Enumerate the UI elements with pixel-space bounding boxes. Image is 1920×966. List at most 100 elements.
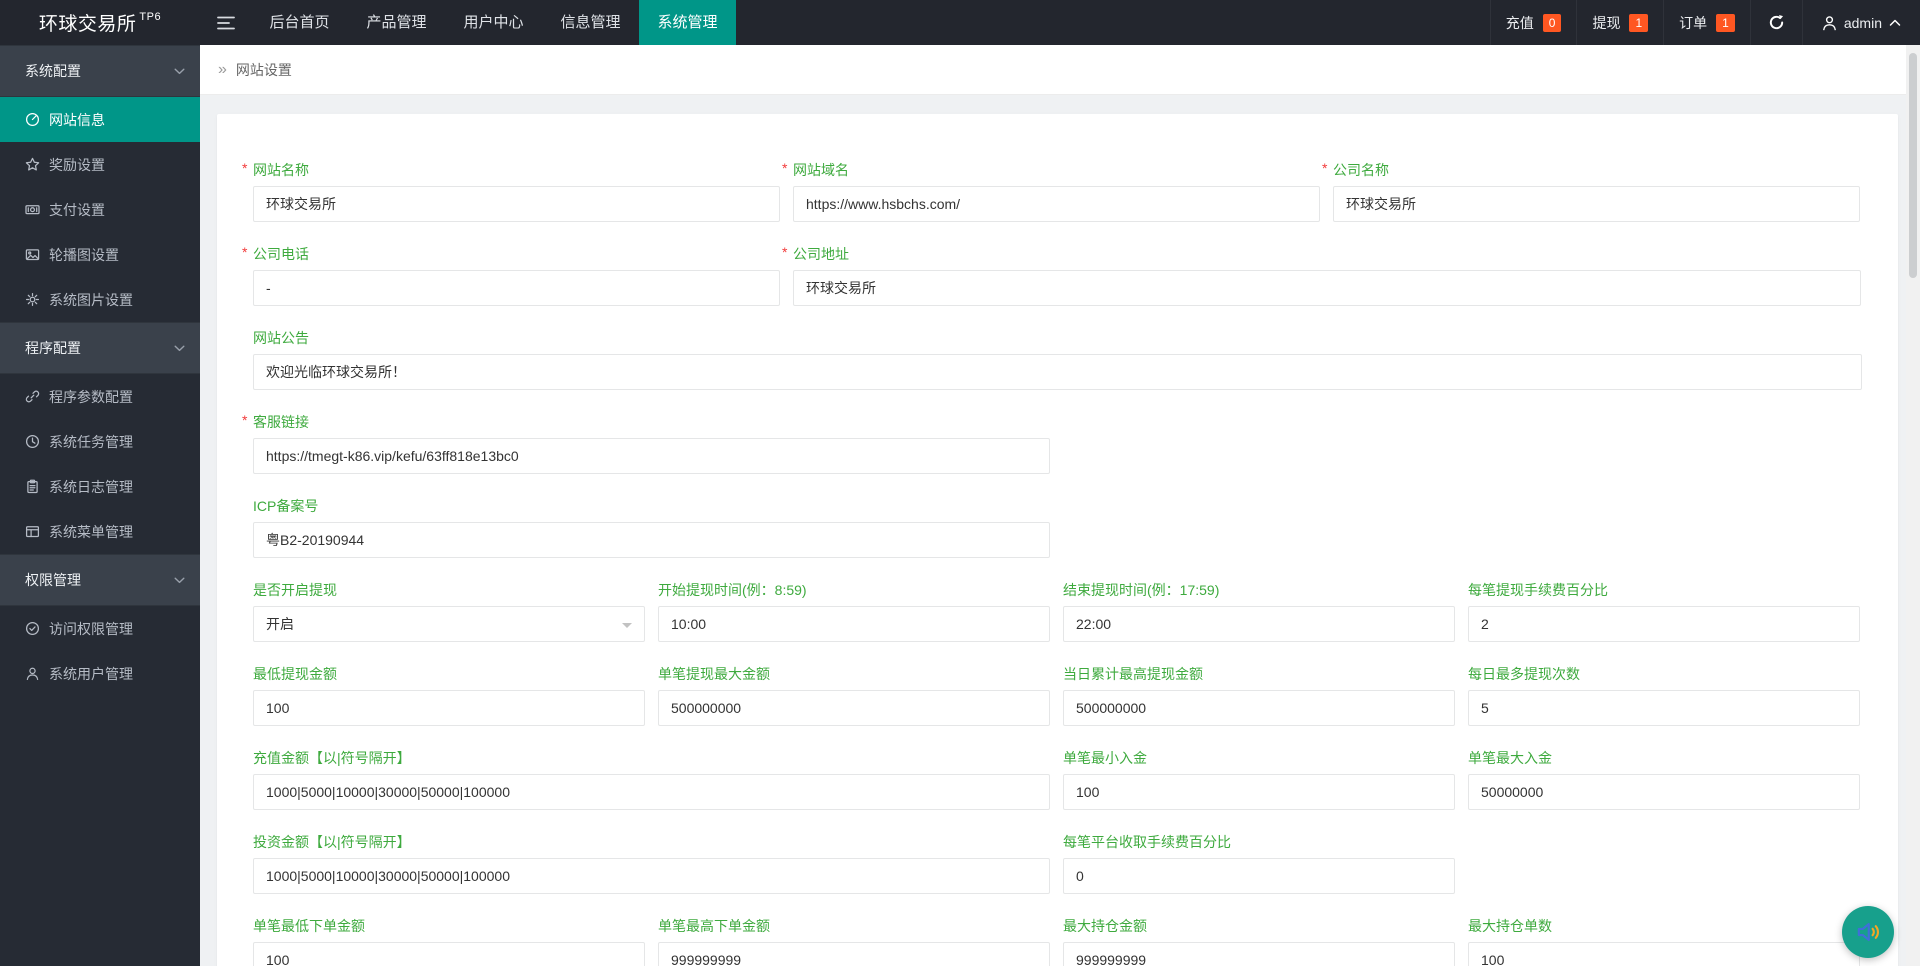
gauge-icon bbox=[25, 112, 40, 127]
clock-icon bbox=[25, 434, 40, 449]
nav-tab-4[interactable]: 系统管理 bbox=[639, 0, 736, 45]
field-input-1-1[interactable] bbox=[793, 270, 1861, 306]
required-asterisk: * bbox=[1322, 159, 1327, 178]
nav-tab-2[interactable]: 用户中心 bbox=[445, 0, 542, 45]
app: 环球交易所 TP6 后台首页产品管理用户中心信息管理系统管理 充值0提现1订单1… bbox=[0, 0, 1920, 966]
field-input-5-2[interactable] bbox=[1063, 606, 1455, 642]
field-input-9-2[interactable] bbox=[1063, 942, 1455, 966]
field-input-2-0[interactable] bbox=[253, 354, 1862, 390]
sidebar-item-0-4[interactable]: 系统图片设置 bbox=[0, 277, 200, 322]
form-field-0-2: *公司名称 bbox=[1333, 161, 1860, 222]
topbar-right: 充值0提现1订单1 admin bbox=[1490, 0, 1920, 45]
form-field-3-0: *客服链接 bbox=[253, 413, 1050, 474]
banknote-icon bbox=[25, 202, 40, 217]
sidebar-toggle-button[interactable] bbox=[200, 0, 251, 45]
sidebar-item-label: 支付设置 bbox=[49, 200, 105, 220]
field-label: 单笔最高下单金额 bbox=[658, 917, 1050, 936]
sidebar-item-1-0[interactable]: 程序参数配置 bbox=[0, 374, 200, 419]
form-field-7-0: 充值金额【以|符号隔开】 bbox=[253, 749, 1050, 810]
sidebar-section-1[interactable]: 程序配置 bbox=[0, 322, 200, 374]
form-row-9: 单笔最低下单金额单笔最高下单金额最大持仓金额最大持仓单数 bbox=[253, 917, 1862, 966]
field-input-6-3[interactable] bbox=[1468, 690, 1860, 726]
field-label: 结束提现时间(例：17:59) bbox=[1063, 581, 1455, 600]
form-row-0: *网站名称*网站域名*公司名称 bbox=[253, 161, 1862, 222]
field-input-9-1[interactable] bbox=[658, 942, 1050, 966]
form-field-6-0: 最低提现金额 bbox=[253, 665, 645, 726]
sound-toggle-button[interactable] bbox=[1842, 906, 1894, 958]
sidebar-item-2-0[interactable]: 访问权限管理 bbox=[0, 606, 200, 651]
required-asterisk: * bbox=[242, 243, 247, 262]
field-input-6-2[interactable] bbox=[1063, 690, 1455, 726]
field-input-7-1[interactable] bbox=[1063, 774, 1455, 810]
form-row-6: 最低提现金额单笔提现最大金额当日累计最高提现金额每日最多提现次数 bbox=[253, 665, 1862, 726]
sidebar-item-label: 轮播图设置 bbox=[49, 245, 119, 265]
field-input-8-1[interactable] bbox=[1063, 858, 1455, 894]
form-field-7-2: 单笔最大入金 bbox=[1468, 749, 1860, 810]
stat-recharge[interactable]: 充值0 bbox=[1490, 0, 1577, 45]
sidebar-item-1-1[interactable]: 系统任务管理 bbox=[0, 419, 200, 464]
nav-tab-1[interactable]: 产品管理 bbox=[348, 0, 445, 45]
field-input-4-0[interactable] bbox=[253, 522, 1050, 558]
sidebar-section-0[interactable]: 系统配置 bbox=[0, 45, 200, 97]
form-row-5: 是否开启提现开启开始提现时间(例：8:59) 结束提现时间(例：17:59) 每笔提… bbox=[253, 581, 1862, 642]
field-input-0-2[interactable] bbox=[1333, 186, 1860, 222]
field-input-5-3[interactable] bbox=[1468, 606, 1860, 642]
field-input-1-0[interactable] bbox=[253, 270, 780, 306]
link-icon bbox=[25, 389, 40, 404]
field-input-3-0[interactable] bbox=[253, 438, 1050, 474]
user-menu[interactable]: admin bbox=[1802, 0, 1920, 45]
form-field-5-1: 开始提现时间(例：8:59) bbox=[658, 581, 1050, 642]
field-input-8-0[interactable] bbox=[253, 858, 1050, 894]
field-input-6-1[interactable] bbox=[658, 690, 1050, 726]
form-field-8-0: 投资金额【以|符号隔开】 bbox=[253, 833, 1050, 894]
sidebar-item-label: 访问权限管理 bbox=[49, 619, 133, 639]
sidebar-item-0-1[interactable]: 奖励设置 bbox=[0, 142, 200, 187]
field-input-5-1[interactable] bbox=[658, 606, 1050, 642]
sidebar-item-label: 系统任务管理 bbox=[49, 432, 133, 452]
field-label: ICP备案号 bbox=[253, 497, 1050, 516]
form-row-8: 投资金额【以|符号隔开】每笔平台收取手续费百分比 bbox=[253, 833, 1862, 894]
form-field-0-0: *网站名称 bbox=[253, 161, 780, 222]
stat-label: 充值 bbox=[1506, 13, 1534, 33]
sidebar-item-1-3[interactable]: 系统菜单管理 bbox=[0, 509, 200, 554]
sidebar-item-0-0[interactable]: 网站信息 bbox=[0, 97, 200, 142]
stat-order[interactable]: 订单1 bbox=[1663, 0, 1750, 45]
form-field-5-3: 每笔提现手续费百分比 bbox=[1468, 581, 1860, 642]
sidebar-item-2-1[interactable]: 系统用户管理 bbox=[0, 651, 200, 696]
refresh-button[interactable] bbox=[1750, 0, 1802, 45]
form-field-2-0: 网站公告 bbox=[253, 329, 1862, 390]
stat-withdraw[interactable]: 提现1 bbox=[1576, 0, 1663, 45]
field-input-9-3[interactable] bbox=[1468, 942, 1860, 966]
breadcrumb: » 网站设置 bbox=[200, 45, 1906, 95]
field-input-7-0[interactable] bbox=[253, 774, 1050, 810]
field-label: 开始提现时间(例：8:59) bbox=[658, 581, 1050, 600]
sidebar: 系统配置网站信息奖励设置支付设置轮播图设置系统图片设置程序配置程序参数配置系统任… bbox=[0, 45, 200, 966]
settings-form: *网站名称*网站域名*公司名称*公司电话*公司地址网站公告*客服链接ICP备案号… bbox=[253, 161, 1862, 966]
field-input-0-1[interactable] bbox=[793, 186, 1320, 222]
form-field-4-0: ICP备案号 bbox=[253, 497, 1050, 558]
nav-tab-0[interactable]: 后台首页 bbox=[251, 0, 348, 45]
field-input-9-0[interactable] bbox=[253, 942, 645, 966]
field-label: 单笔最小入金 bbox=[1063, 749, 1455, 768]
field-label: *网站名称 bbox=[253, 161, 780, 180]
sidebar-item-label: 奖励设置 bbox=[49, 155, 105, 175]
scrollbar-thumb[interactable] bbox=[1909, 53, 1917, 278]
form-field-7-1: 单笔最小入金 bbox=[1063, 749, 1455, 810]
field-input-0-0[interactable] bbox=[253, 186, 780, 222]
sidebar-section-2[interactable]: 权限管理 bbox=[0, 554, 200, 606]
field-label: 每日最多提现次数 bbox=[1468, 665, 1860, 684]
form-row-2: 网站公告 bbox=[253, 329, 1862, 390]
page-title: 网站设置 bbox=[236, 60, 292, 80]
field-input-6-0[interactable] bbox=[253, 690, 645, 726]
field-input-7-2[interactable] bbox=[1468, 774, 1860, 810]
nav-tab-3[interactable]: 信息管理 bbox=[542, 0, 639, 45]
form-field-5-0: 是否开启提现开启 bbox=[253, 581, 645, 642]
form-field-8-1: 每笔平台收取手续费百分比 bbox=[1063, 833, 1455, 894]
form-row-4: ICP备案号 bbox=[253, 497, 1862, 558]
field-label: 单笔最低下单金额 bbox=[253, 917, 645, 936]
field-label: 单笔提现最大金额 bbox=[658, 665, 1050, 684]
field-select-5-0[interactable]: 开启 bbox=[253, 606, 645, 642]
sidebar-item-0-2[interactable]: 支付设置 bbox=[0, 187, 200, 232]
sidebar-item-1-2[interactable]: 系统日志管理 bbox=[0, 464, 200, 509]
sidebar-item-0-3[interactable]: 轮播图设置 bbox=[0, 232, 200, 277]
